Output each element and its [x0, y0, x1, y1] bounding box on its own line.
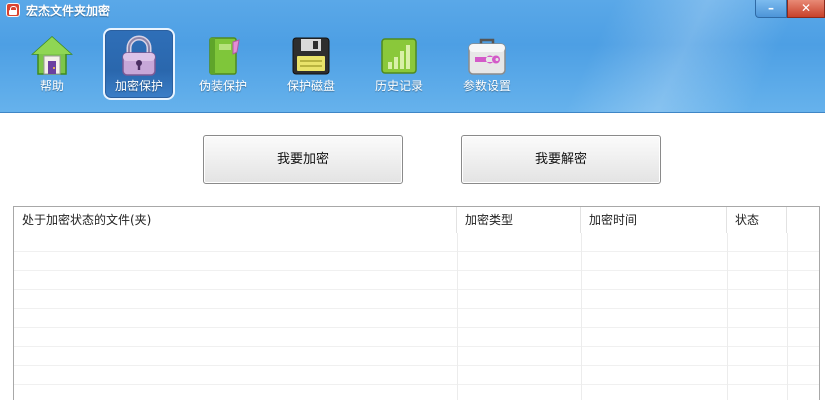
table-row — [14, 271, 819, 290]
column-header-encrypted-files[interactable]: 处于加密状态的文件(夹) — [14, 207, 457, 233]
history-chart-icon — [381, 38, 417, 74]
notebook-icon — [209, 37, 240, 75]
toolbar-help-button[interactable]: 帮助 — [16, 28, 88, 100]
table-row — [14, 309, 819, 328]
toolbar-encrypt-protection-button[interactable]: 加密保护 — [103, 28, 175, 100]
toolbar-help-label: 帮助 — [39, 79, 64, 93]
toolbar-history-label: 历史记录 — [374, 79, 423, 93]
column-divider — [581, 233, 582, 400]
table-row — [14, 233, 819, 252]
minimize-button[interactable]: – — [755, 0, 787, 18]
column-divider — [787, 233, 788, 400]
toolbox-wrench-icon — [468, 38, 506, 75]
close-button[interactable]: ✕ — [787, 0, 825, 18]
toolbar-disguise-protection-button[interactable]: 伪装保护 — [187, 28, 259, 100]
toolbar-protect-disk-label: 保护磁盘 — [286, 79, 335, 93]
toolbar-encrypt-protection-label: 加密保护 — [114, 79, 163, 93]
toolbar-settings-button[interactable]: 参数设置 — [451, 28, 523, 100]
toolbar-settings-label: 参数设置 — [462, 79, 511, 93]
column-divider — [727, 233, 728, 400]
toolbar-disguise-protection-label: 伪装保护 — [198, 79, 247, 93]
toolbar-protect-disk-button[interactable]: 保护磁盘 — [275, 28, 347, 100]
table-row — [14, 366, 819, 385]
encrypt-button[interactable]: 我要加密 — [203, 135, 403, 184]
table-row — [14, 252, 819, 271]
window-title: 宏杰文件夹加密 — [26, 4, 111, 18]
table-row — [14, 347, 819, 366]
home-icon — [31, 35, 73, 75]
column-header-encryption-type[interactable]: 加密类型 — [457, 207, 581, 233]
lock-icon — [122, 35, 156, 76]
table-header: 处于加密状态的文件(夹) 加密类型 加密时间 状态 — [14, 207, 819, 233]
column-header-status[interactable]: 状态 — [727, 207, 787, 233]
encrypted-files-table: 处于加密状态的文件(夹) 加密类型 加密时间 状态 — [13, 206, 820, 400]
decrypt-button[interactable]: 我要解密 — [461, 135, 661, 184]
floppy-disk-icon — [292, 37, 330, 75]
toolbar-history-button[interactable]: 历史记录 — [363, 28, 435, 100]
app-lock-icon — [6, 3, 20, 17]
table-row — [14, 385, 819, 400]
table-row — [14, 290, 819, 309]
table-row — [14, 328, 819, 347]
title-bar: 宏杰文件夹加密 – ✕ 帮助 加密保护 伪装保护 保护磁盘 历史记录 参数设置 — [0, 0, 825, 113]
table-body — [14, 233, 819, 400]
column-divider — [457, 233, 458, 400]
column-header-encryption-time[interactable]: 加密时间 — [581, 207, 727, 233]
